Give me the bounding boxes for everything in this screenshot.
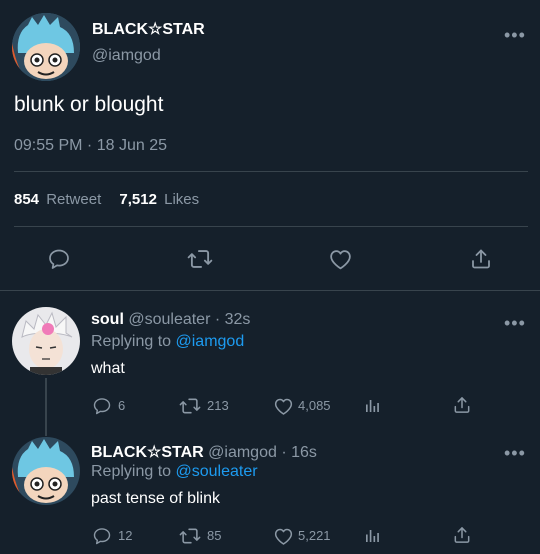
- reply-time[interactable]: · 16s: [281, 444, 317, 461]
- reply-icon[interactable]: [91, 525, 113, 547]
- replying-label: Replying to: [91, 333, 172, 350]
- avatar-image: [12, 307, 80, 375]
- more-icon[interactable]: •••: [504, 314, 526, 332]
- retweet-icon[interactable]: [179, 525, 201, 547]
- divider: [14, 171, 528, 172]
- engagement-stats: 854 Retweet 7,512 Likes: [14, 191, 199, 208]
- more-icon[interactable]: •••: [504, 444, 526, 462]
- reply-handle[interactable]: @iamgod: [208, 444, 277, 461]
- reply-display-name[interactable]: soul: [91, 311, 124, 328]
- replying-to-link[interactable]: @iamgod: [176, 333, 245, 350]
- share-icon[interactable]: [451, 394, 473, 416]
- reply-count: 12: [118, 528, 133, 543]
- like-count: 4,085: [298, 398, 331, 413]
- replying-to: Replying to @iamgod: [91, 333, 244, 351]
- reply-avatar[interactable]: [12, 307, 80, 375]
- reply-header: soul @souleater · 32s: [91, 311, 250, 329]
- analytics-icon[interactable]: [361, 395, 383, 417]
- reply-count: 6: [118, 398, 126, 413]
- main-handle[interactable]: @iamgod: [92, 47, 161, 65]
- reply-display-name[interactable]: BLACK☆STAR: [91, 444, 204, 461]
- reply-time[interactable]: · 32s: [215, 311, 251, 328]
- thread-line: [45, 378, 47, 436]
- main-timestamp[interactable]: 09:55 PM · 18 Jun 25: [14, 137, 167, 155]
- retweet-label[interactable]: Retweet: [46, 191, 101, 208]
- like-count[interactable]: 7,512: [119, 191, 157, 208]
- avatar-image: [12, 13, 80, 81]
- more-icon[interactable]: •••: [504, 26, 526, 44]
- share-icon[interactable]: [451, 524, 473, 546]
- retweet-count: 85: [207, 528, 222, 543]
- retweet-count: 213: [207, 398, 229, 413]
- replying-to: Replying to @souleater: [91, 463, 258, 481]
- like-icon[interactable]: [272, 525, 294, 547]
- replying-to-link[interactable]: @souleater: [176, 463, 258, 480]
- retweet-icon[interactable]: [187, 246, 213, 272]
- retweet-count[interactable]: 854: [14, 191, 39, 208]
- divider: [0, 290, 540, 291]
- like-icon[interactable]: [327, 246, 353, 272]
- share-icon[interactable]: [468, 246, 494, 272]
- main-display-name[interactable]: BLACK☆STAR: [92, 19, 205, 39]
- divider: [14, 226, 528, 227]
- reply-text: what: [91, 360, 125, 377]
- reply-text: past tense of blink: [91, 490, 220, 507]
- like-count: 5,221: [298, 528, 331, 543]
- like-icon[interactable]: [272, 395, 294, 417]
- main-avatar[interactable]: [12, 13, 80, 81]
- analytics-icon[interactable]: [361, 525, 383, 547]
- reply-header: BLACK☆STAR @iamgod · 16s: [91, 442, 317, 462]
- reply-handle[interactable]: @souleater: [128, 311, 210, 328]
- retweet-icon[interactable]: [179, 395, 201, 417]
- replying-label: Replying to: [91, 463, 172, 480]
- like-label[interactable]: Likes: [164, 191, 199, 208]
- avatar-image: [12, 437, 80, 505]
- reply-avatar[interactable]: [12, 437, 80, 505]
- reply-icon[interactable]: [91, 395, 113, 417]
- main-tweet-text: blunk or blought: [14, 93, 164, 116]
- reply-icon[interactable]: [46, 246, 72, 272]
